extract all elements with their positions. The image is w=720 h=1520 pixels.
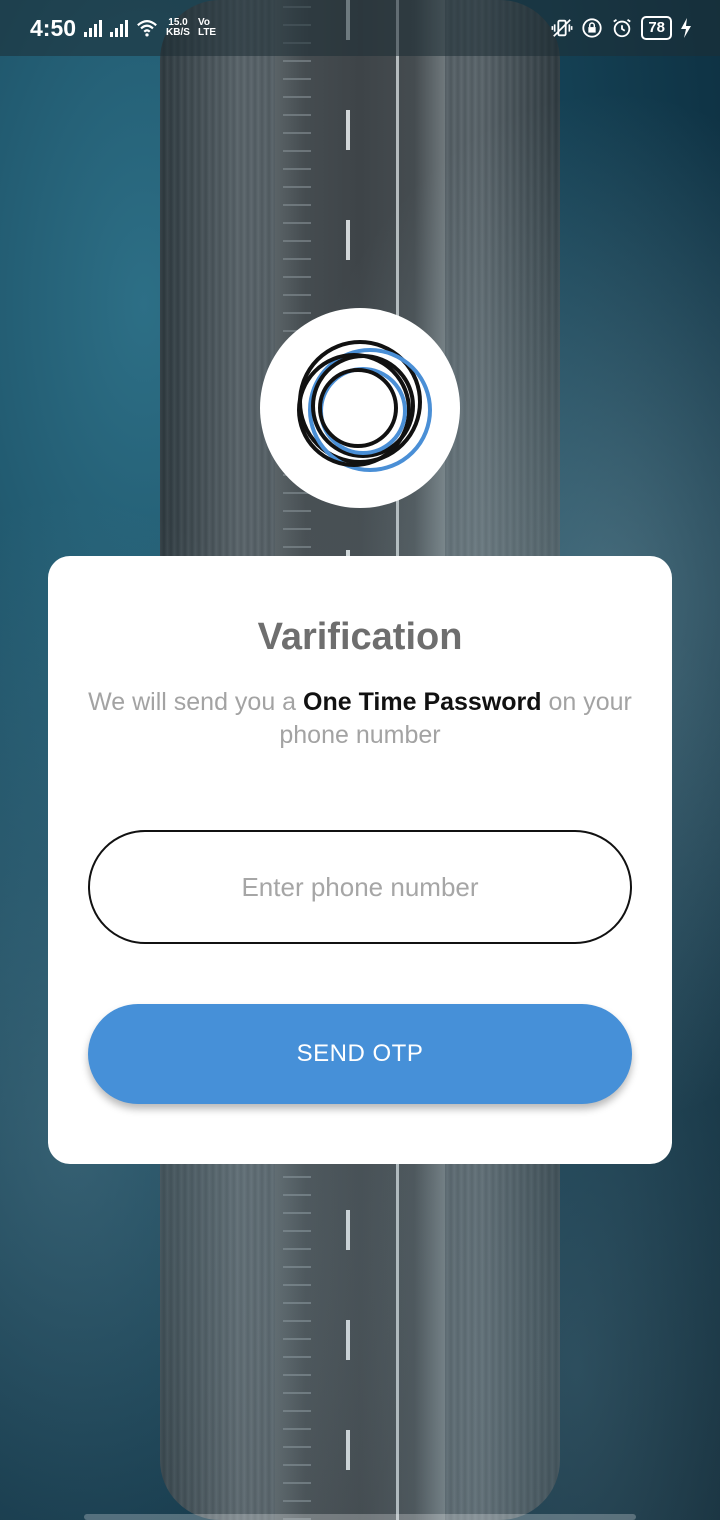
app-logo — [260, 308, 460, 508]
signal-icon — [84, 19, 103, 37]
status-time: 4:50 — [30, 14, 77, 41]
charging-icon — [681, 18, 691, 38]
battery-level: 78 — [641, 16, 672, 40]
alarm-icon — [613, 18, 632, 38]
subtitle-text: We will send you a One Time Password on … — [88, 688, 632, 749]
logo-rings-icon — [297, 340, 432, 472]
status-bar: 4:50 15.0 KB/S Vo LTE 78 — [0, 0, 720, 56]
page-title: Varification — [257, 616, 463, 658]
net-speed: 15.0 KB/S — [166, 17, 190, 38]
wifi-icon — [137, 20, 157, 37]
send-otp-button[interactable]: SEND OTP — [88, 1004, 632, 1104]
verification-card: Varification We will send you a One Time… — [48, 556, 672, 1164]
signal-icon — [110, 19, 129, 37]
lock-rotation-icon — [582, 18, 602, 38]
phone-number-input[interactable] — [88, 830, 632, 944]
network-type: Vo LTE — [197, 17, 217, 38]
vibrate-icon — [551, 19, 573, 37]
navigation-handle — [84, 1514, 636, 1520]
